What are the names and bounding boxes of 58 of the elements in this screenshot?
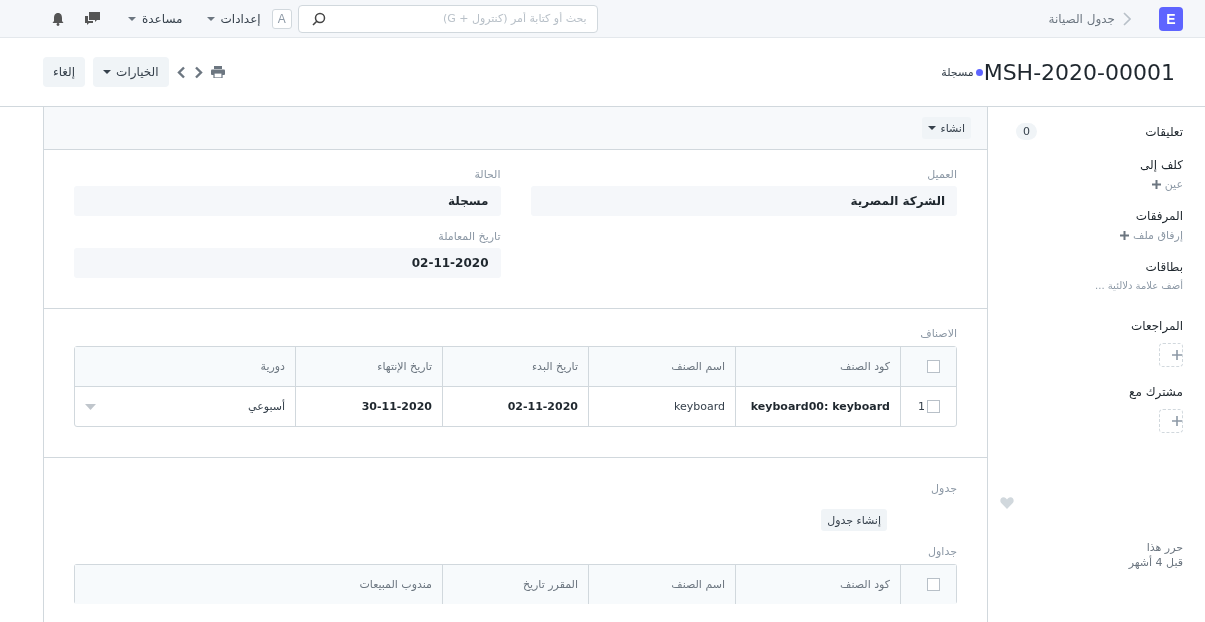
bell-icon[interactable] xyxy=(52,11,64,26)
sidebar-heading: كلف إلى xyxy=(1139,158,1183,172)
sidebar-heading: بطاقات xyxy=(1144,260,1183,274)
comment-count: 0 xyxy=(1016,123,1037,140)
sidebar-heading: المرفقات xyxy=(1134,209,1183,223)
options-button[interactable]: الخيارات xyxy=(93,57,169,87)
column-header: تاريخ الإنتهاء xyxy=(295,347,442,386)
plus-icon[interactable] xyxy=(1120,231,1130,240)
table-cell: keyboard00: keyboard xyxy=(735,387,900,426)
column-header: مندوب المبيعات xyxy=(358,577,433,593)
column-header: دورية xyxy=(259,359,286,375)
sidebar-heading: مشترك مع xyxy=(1128,385,1183,399)
chat-icon[interactable] xyxy=(84,11,101,26)
table-cell: أسبوعي xyxy=(248,400,285,413)
sidebar-heading: تعليقات xyxy=(1145,124,1183,139)
field-label: الحالة xyxy=(473,168,501,181)
table-label: جداول xyxy=(928,545,957,558)
activity-text: قبل 4 أشهر xyxy=(1128,556,1183,569)
field-value[interactable]: الشركة المصرية xyxy=(530,186,957,216)
section-label: جدول xyxy=(931,482,957,495)
app-logo[interactable]: E xyxy=(1159,6,1183,31)
checkbox[interactable] xyxy=(927,400,940,413)
status-dot-icon xyxy=(975,68,983,76)
column-header: اسم الصنف xyxy=(588,347,735,386)
table-cell: 30-11-2020 xyxy=(295,387,442,426)
status-label: مسجلة xyxy=(941,65,974,79)
search-icon xyxy=(311,11,326,26)
plus-icon[interactable] xyxy=(1151,180,1161,189)
field-value[interactable]: مسجلة xyxy=(74,186,501,216)
field-label: العميل xyxy=(926,168,957,181)
table-cell: 02-11-2020 xyxy=(442,387,588,426)
create-schedule-button[interactable]: إنشاء جدول xyxy=(821,509,887,531)
field-value[interactable]: 02-11-2020 xyxy=(74,248,501,278)
breadcrumb-link[interactable]: جدول الصيانة xyxy=(1048,11,1115,26)
print-icon[interactable] xyxy=(210,66,225,78)
column-header: اسم الصنف xyxy=(588,565,735,604)
create-button[interactable]: انشاء xyxy=(921,117,971,139)
checkbox[interactable] xyxy=(927,578,940,591)
navbar-menu[interactable]: مساعدة xyxy=(123,11,188,26)
next-icon[interactable] xyxy=(193,65,203,79)
chevron-icon xyxy=(1123,11,1131,26)
column-header: كود الصنف xyxy=(735,347,900,386)
table-cell: keyboard xyxy=(588,387,735,426)
column-header: المقرر تاريخ xyxy=(442,565,588,604)
document-title: MSH-2020-00001 xyxy=(983,59,1175,85)
navbar-menu[interactable]: إعدادات xyxy=(201,11,266,26)
plus-icon xyxy=(1172,350,1182,360)
plus-icon xyxy=(1172,416,1182,426)
table-label: الاصناف xyxy=(920,327,957,340)
cancel-button[interactable]: إلغاء xyxy=(43,57,86,87)
field-label: تاريخ المعاملة xyxy=(437,230,501,243)
column-header: كود الصنف xyxy=(735,565,900,604)
sidebar-heading: المراجعات xyxy=(1129,319,1183,333)
activity-text: حرر هذا xyxy=(1146,541,1183,554)
column-header: تاريخ البدء xyxy=(442,347,588,386)
previous-icon[interactable] xyxy=(176,65,186,79)
row-number: 1 xyxy=(918,400,925,413)
checkbox[interactable] xyxy=(927,360,940,373)
